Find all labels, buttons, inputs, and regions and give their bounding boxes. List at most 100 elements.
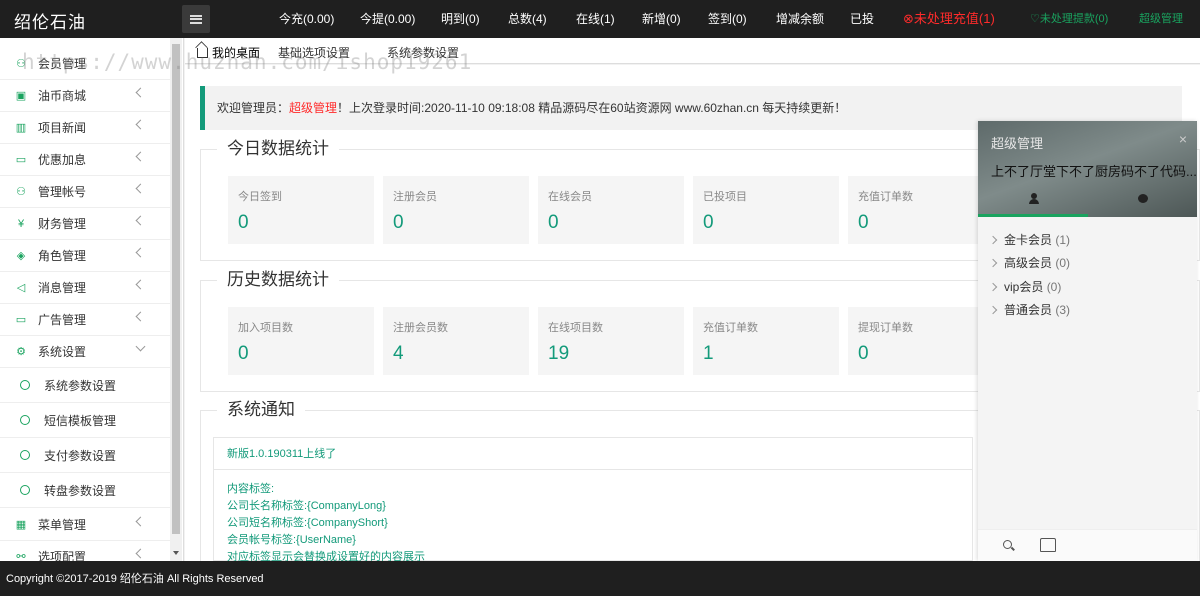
stat-card: 今日签到 0 [228,176,374,244]
menu-icon: ▦ [15,518,27,531]
sidebar-item-finance[interactable]: ¥ 财务管理 [0,208,170,240]
notice-card: 新版1.0.190311上线了 内容标签: 公司长名称标签:{CompanyLo… [213,437,973,561]
topnav-online[interactable]: 在线(1) [576,0,615,38]
account-icon: ⚇ [16,185,26,198]
topnav-today-recharge[interactable]: 今充(0.00) [279,0,334,38]
refresh-icon [20,485,30,495]
skin-icon[interactable] [1040,538,1056,552]
shield-icon: ◈ [16,249,26,262]
stat-card: 充值订单数 0 [848,176,994,244]
close-icon[interactable]: × [1179,131,1187,147]
stat-card: 已投项目 0 [693,176,839,244]
sidebar-item-messages[interactable]: ◁ 消息管理 [0,272,170,304]
home-icon [197,48,208,58]
sound-icon: ◁ [16,281,26,294]
sidebar-item-accounts[interactable]: ⚇ 管理帐号 [0,176,170,208]
topnav-total[interactable]: 总数(4) [508,0,547,38]
chevron-left-icon [135,516,146,527]
topnav-pending-recharge[interactable]: ⊗未处理充值(1) [903,0,995,38]
topnav-tomorrow-due[interactable]: 明到(0) [441,0,480,38]
notice-line: 会员帐号标签:{UserName} [227,534,356,546]
chevron-left-icon [135,279,146,290]
gear-icon: ⚙ [16,345,26,358]
sidebar-item-ads[interactable]: ▭ 广告管理 [0,304,170,336]
search-icon[interactable] [1003,540,1012,549]
chevron-right-icon [988,305,998,315]
brand-logo[interactable]: 绍伦石油 [14,8,86,33]
friend-group[interactable]: 普通会员 (3) [988,301,1070,318]
chevron-left-icon [135,119,146,130]
user-icon: ⚇ [16,57,26,70]
footer: Copyright ©2017-2019 绍伦石油 All Rights Res… [0,561,1200,596]
notice-line: 公司短名称标签:{CompanyShort} [227,517,388,529]
tag-icon [20,415,30,425]
sidebar-item-roles[interactable]: ◈ 角色管理 [0,240,170,272]
chevron-right-icon [988,235,998,245]
chat-signature[interactable]: 上不了厅堂下不了厨房码不了代码... [991,161,1197,180]
sidebar-item-system-settings[interactable]: ⚙ 系统设置 [0,336,170,368]
chat-user-name: 超级管理 [991,136,1044,151]
topnav-signin[interactable]: 签到(0) [708,0,747,38]
chat-tab-icon[interactable] [1138,194,1148,203]
sidebar-subitem-sms-templates[interactable]: 短信模板管理 [0,403,170,438]
sidebar-subitem-payment-params[interactable]: 支付参数设置 [0,438,170,473]
sidebar-item-shop[interactable]: ▣ 油币商城 [0,80,170,112]
sidebar-item-promotion[interactable]: ▭ 优惠加息 [0,144,170,176]
friends-tab-icon[interactable] [1028,193,1040,205]
chevron-left-icon [135,311,146,322]
chevron-left-icon [135,87,146,98]
image-icon: ▭ [15,153,27,166]
chevron-left-icon [135,215,146,226]
notice-line: 对应标签显示会替换成设置好的内容展示 [227,551,425,561]
topnav-admin-menu[interactable]: 超级管理 [1139,0,1183,38]
tab-system-params[interactable]: 系统参数设置 [387,38,459,64]
chat-panel-header: 超级管理 × 上不了厅堂下不了厨房码不了代码... [978,121,1197,217]
circle-icon [20,450,30,460]
notice-line: 公司长名称标签:{CompanyLong} [227,500,386,512]
friend-group[interactable]: 高级会员 (0) [988,254,1070,271]
heart-icon: ♡ [1030,13,1040,25]
sidebar-subitem-wheel-params[interactable]: 转盘参数设置 [0,473,170,508]
topnav-invested[interactable]: 已投 [850,0,874,38]
section-title: 系统通知 [217,399,305,421]
tab-my-desktop[interactable]: 我的桌面 [197,38,260,64]
circle-icon [20,380,30,390]
scrollbar-thumb[interactable] [172,44,180,534]
hamburger-icon [190,14,202,24]
chevron-right-icon [988,282,998,292]
topnav-adjust-balance[interactable]: 增减余额 [776,0,824,38]
stat-card: 在线会员 0 [538,176,684,244]
notice-title[interactable]: 新版1.0.190311上线了 [214,438,972,470]
sidebar-item-news[interactable]: ▥ 项目新闻 [0,112,170,144]
topnav-today-withdraw[interactable]: 今提(0.00) [360,0,415,38]
section-title: 今日数据统计 [217,138,339,160]
chat-panel-toolbar [978,529,1197,561]
chevron-left-icon [135,151,146,162]
menu-toggle-button[interactable] [182,5,210,33]
options-icon: ⚯ [16,550,26,562]
stat-card: 注册会员数 4 [383,307,529,375]
shop-icon: ▣ [15,89,27,102]
sidebar-item-options-config[interactable]: ⚯ 选项配置 [0,541,170,561]
tab-basic-options[interactable]: 基础选项设置 [278,38,350,64]
stat-card: 充值订单数 1 [693,307,839,375]
news-icon: ▥ [15,121,27,134]
topnav-new[interactable]: 新增(0) [642,0,681,38]
stat-card: 加入项目数 0 [228,307,374,375]
chevron-left-icon [135,183,146,194]
tab-bar: 我的桌面 基础选项设置 系统参数设置 [185,38,1200,64]
friend-group[interactable]: vip会员 (0) [988,278,1061,295]
ad-icon: ▭ [15,313,27,326]
sidebar-item-menu-mgmt[interactable]: ▦ 菜单管理 [0,509,170,541]
sidebar-subitem-system-params[interactable]: 系统参数设置 [0,368,170,403]
friend-group[interactable]: 金卡会员 (1) [988,231,1070,248]
sidebar-scrollbar[interactable] [170,38,182,561]
chevron-right-icon [988,258,998,268]
sidebar: ⚇ 会员管理 ▣ 油币商城 ▥ 项目新闻 ▭ 优惠加息 ⚇ 管理帐号 ¥ 财务管理 ◈ 角色管… [0,38,184,561]
topnav-pending-withdraw[interactable]: ♡未处理提款(0) [1030,0,1108,38]
alert-icon: ⊗ [903,11,914,26]
sidebar-item-members[interactable]: ⚇ 会员管理 [0,48,170,80]
chat-panel: 超级管理 × 上不了厅堂下不了厨房码不了代码... 金卡会员 (1) 高级会员 … [978,121,1197,561]
scroll-down-arrow-icon[interactable] [173,551,179,555]
admin-name: 超级管理 [289,101,338,115]
